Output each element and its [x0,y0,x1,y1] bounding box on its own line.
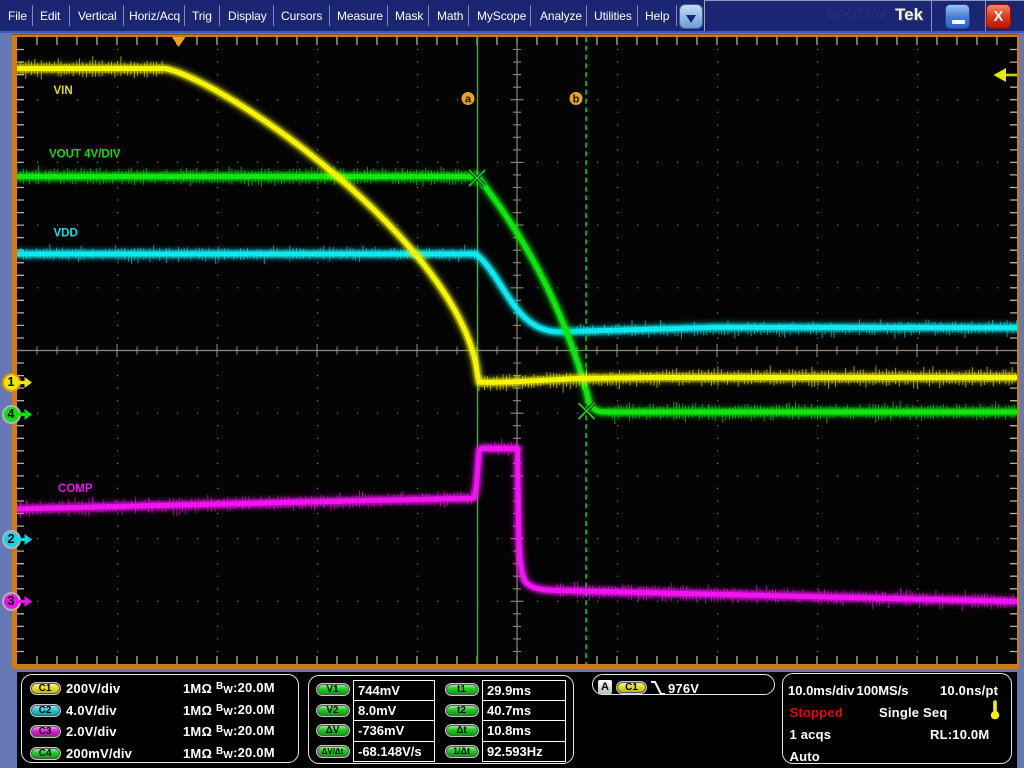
svg-text:VIN: VIN [54,85,73,97]
svg-text:COMP: COMP [58,483,93,495]
svg-text:VOUT 4V/DIV: VOUT 4V/DIV [49,148,121,160]
svg-text:VDD: VDD [54,227,78,239]
svg-text:b: b [573,93,580,105]
svg-text:a: a [465,93,472,105]
